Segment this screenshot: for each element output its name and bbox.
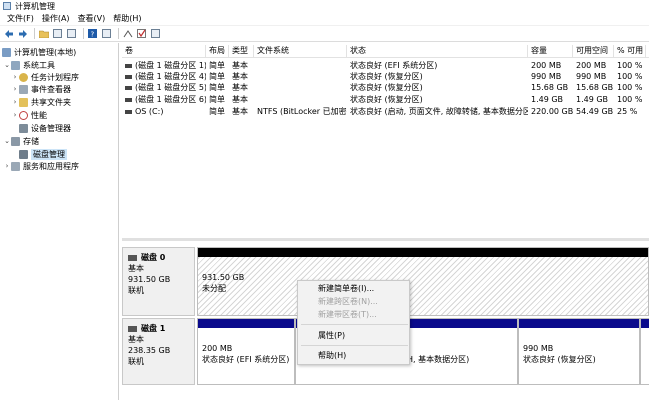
toolbar-separator [34,28,35,39]
menu-view[interactable]: 查看(V) [74,13,110,24]
column-header-filesystem[interactable]: 文件系统 [254,45,347,57]
context-menu: 新建简单卷(I)... 新建跨区卷(N)... 新建带区卷(T)... 属性(P… [297,280,410,365]
disk-1-efi-partition[interactable]: 200 MB 状态良好 (EFI 系统分区) [197,318,295,385]
tree-item-performance[interactable]: › 性能 [11,109,47,121]
view-icon[interactable] [101,28,112,39]
check-icon[interactable] [136,28,147,39]
tree-item-disk-management[interactable]: 磁盘管理 [19,148,67,160]
tree-item-task-scheduler[interactable]: › 任务计划程序 [11,71,79,83]
chevron-down-icon[interactable]: ⌄ [3,61,11,69]
forward-arrow-icon[interactable] [17,28,28,39]
tools-icon [11,60,20,70]
list-view-icon[interactable] [66,28,77,39]
disk-icon [128,254,137,261]
menu-separator [301,324,408,325]
disk-0-unallocated-partition[interactable]: 931.50 GB 未分配 [197,247,649,316]
menu-item-new-spanned-volume[interactable]: 新建跨区卷(N)... [318,296,378,307]
column-header-capacity[interactable]: 容量 [528,45,573,57]
clock-icon [19,72,28,82]
shared-folder-icon [19,97,28,107]
list-icon[interactable] [150,28,161,39]
volume-icon [125,109,132,114]
storage-icon [11,136,20,146]
menu-help[interactable]: 帮助(H) [109,13,145,24]
help-icon[interactable]: ? [87,28,98,39]
column-header-layout[interactable]: 布局 [206,45,229,57]
column-header-free-space[interactable]: 可用空间 [573,45,614,57]
tree-item-shared-folders[interactable]: › 共享文件夹 [11,96,71,108]
menu-separator [301,345,408,346]
navigation-tree: 计算机管理(本地) ⌄ 系统工具 › 任务计划程序 › 事件查看器 › 共享文件… [0,43,119,400]
chevron-right-icon[interactable]: › [11,111,19,119]
partition-bar [198,248,648,257]
table-row[interactable]: (磁盘 1 磁盘分区 5) 简单 基本 状态良好 (恢复分区) 15.68 GB… [122,82,649,93]
device-manager-icon [19,123,28,133]
tree-item-system-tools[interactable]: ⌄ 系统工具 [3,59,55,71]
menu-action[interactable]: 操作(A) [38,13,74,24]
event-viewer-icon [19,84,28,94]
tree-item-services-apps[interactable]: › 服务和应用程序 [3,160,79,172]
chevron-right-icon[interactable]: › [3,162,11,170]
window-title: 计算机管理 [15,1,55,11]
volume-icon [125,63,132,68]
chevron-right-icon[interactable]: › [11,98,19,106]
toolbar-separator [118,28,119,39]
chevron-right-icon[interactable]: › [11,85,19,93]
tree-item-event-viewer[interactable]: › 事件查看器 [11,83,71,95]
partition-bar [641,319,649,328]
volume-icon [125,85,132,90]
menu-item-new-simple-volume[interactable]: 新建简单卷(I)... [318,283,374,294]
volume-list-header: 卷 布局 类型 文件系统 状态 容量 可用空间 % 可用 [122,45,649,58]
performance-icon [19,110,28,120]
partition-bar [198,319,294,328]
table-row[interactable]: (磁盘 1 磁盘分区 4) 简单 基本 状态良好 (恢复分区) 990 MB 9… [122,71,649,82]
computer-icon [2,47,11,57]
disk-1-extra-partition[interactable] [640,318,649,385]
column-header-percent-free[interactable]: % 可用 [614,45,646,57]
column-header-status[interactable]: 状态 [347,45,528,57]
menu-item-properties[interactable]: 属性(P) [318,330,345,341]
toolbar-separator [83,28,84,39]
chevron-right-icon[interactable]: › [11,73,19,81]
connect-icon[interactable] [122,28,133,39]
tree-item-device-manager[interactable]: 设备管理器 [19,122,71,134]
disk-icon [128,325,137,332]
menu-item-new-striped-volume[interactable]: 新建带区卷(T)... [318,309,377,320]
volume-list: 卷 布局 类型 文件系统 状态 容量 可用空间 % 可用 (磁盘 1 磁盘分区 … [122,43,649,238]
computer-management-icon [3,2,11,10]
volume-icon [125,97,132,102]
menu-file[interactable]: 文件(F) [3,13,38,24]
volume-icon [125,74,132,79]
title-bar: 计算机管理 [0,0,649,12]
table-row[interactable]: (磁盘 1 磁盘分区 6) 简单 基本 状态良好 (恢复分区) 1.49 GB … [122,94,649,105]
menu-bar: 文件(F) 操作(A) 查看(V) 帮助(H) [0,12,649,26]
toolbar: ? [0,26,649,42]
tree-item-root[interactable]: 计算机管理(本地) [2,46,76,58]
properties-icon[interactable] [52,28,63,39]
tree-item-storage[interactable]: ⌄ 存储 [3,135,39,147]
partition-bar [519,319,639,328]
chevron-down-icon[interactable]: ⌄ [3,137,11,145]
disk-management-icon [19,149,28,159]
disk-0-label[interactable]: 磁盘 0 基本 931.50 GB 联机 [122,247,195,316]
disk-1-recovery-partition[interactable]: 990 MB 状态良好 (恢复分区) [518,318,640,385]
menu-item-help[interactable]: 帮助(H) [318,350,346,361]
disk-1-label[interactable]: 磁盘 1 基本 238.35 GB 联机 [122,318,195,385]
column-header-type[interactable]: 类型 [229,45,254,57]
column-header-volume[interactable]: 卷 [122,45,206,57]
services-icon [11,161,20,171]
folder-icon[interactable] [38,28,49,39]
svg-text:?: ? [91,31,95,39]
table-row[interactable]: OS (C:) 简单 基本 NTFS (BitLocker 已加密) 状态良好 … [122,106,649,117]
back-arrow-icon[interactable] [3,28,14,39]
table-row[interactable]: (磁盘 1 磁盘分区 1) 简单 基本 状态良好 (EFI 系统分区) 200 … [122,60,649,71]
